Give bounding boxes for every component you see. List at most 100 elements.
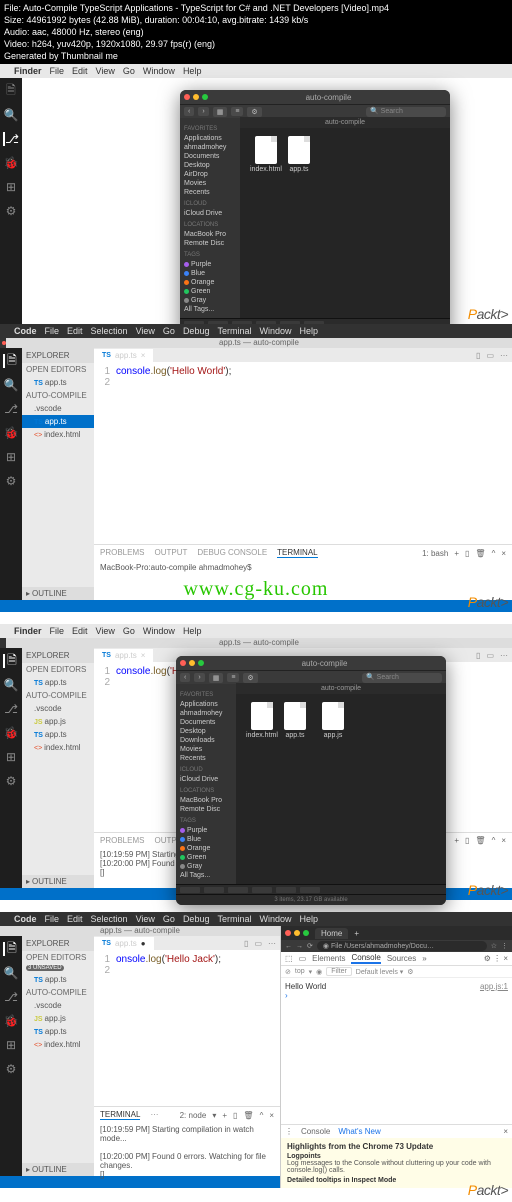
trash-icon[interactable]: 🗑 [243, 1111, 253, 1120]
menu-window[interactable]: Window [143, 626, 175, 636]
file-indexhtml[interactable]: index.html [22, 741, 94, 754]
sidebar-item-movies[interactable]: Movies [182, 179, 238, 188]
eye-icon[interactable]: ◉ [316, 968, 322, 976]
reload-icon[interactable]: ⟳ [307, 942, 313, 950]
sidebar-item-icloud[interactable]: iCloud Drive [178, 775, 234, 784]
tag-purple[interactable]: Purple [182, 260, 238, 269]
tag-blue[interactable]: Blue [178, 835, 234, 844]
search-icon[interactable]: 🔍 [4, 966, 18, 980]
minimize-icon[interactable] [193, 94, 199, 100]
explorer-icon[interactable]: 🗎 [3, 354, 17, 368]
file-vscode[interactable]: .vscode [22, 402, 94, 415]
close-tab-icon[interactable]: × [141, 351, 146, 360]
extra-icon[interactable]: ⚙ [4, 204, 18, 218]
file-index-html[interactable]: index.html [246, 702, 278, 739]
drawer-toggle-icon[interactable]: ⋮ [285, 1127, 293, 1136]
tab-appts[interactable]: app.ts× [94, 649, 153, 662]
sidebar-item-user[interactable]: ahmadmohey [178, 709, 234, 718]
menu-go[interactable]: Go [163, 326, 175, 336]
drawer-close-icon[interactable]: × [503, 1127, 508, 1136]
file-vscode[interactable]: .vscode [22, 702, 94, 715]
file-index-html[interactable]: index.html [250, 136, 282, 173]
sidebar-item-macbook[interactable]: MacBook Pro [182, 230, 238, 239]
menu-view[interactable]: View [96, 66, 115, 76]
tab-problems[interactable]: PROBLEMS [100, 836, 144, 845]
search-icon[interactable]: 🔍 [4, 378, 18, 392]
menu-debug[interactable]: Debug [183, 914, 210, 924]
file-appts[interactable]: app.ts [22, 415, 94, 428]
menu-go[interactable]: Go [163, 914, 175, 924]
finder-titlebar[interactable]: auto-compile [180, 90, 450, 104]
maximize-icon[interactable] [202, 94, 208, 100]
split-terminal-icon[interactable]: ▯ [465, 836, 469, 845]
back-button[interactable]: ‹ [184, 107, 194, 116]
extensions-icon[interactable]: ⊞ [4, 1038, 18, 1052]
menubar-app-name[interactable]: Finder [14, 66, 42, 76]
star-icon[interactable]: ☆ [491, 942, 497, 950]
shell-select[interactable]: 2: node [180, 1111, 207, 1120]
code-editor[interactable]: 12 console.log('Hello World'); [94, 362, 512, 544]
search-input[interactable]: 🔍 Search [362, 673, 442, 683]
sidebar-item-applications[interactable]: Applications [178, 700, 234, 709]
menubar-app-name[interactable]: Code [14, 914, 37, 924]
finder-window[interactable]: auto-compile ‹ › ▦ ≡ ⚙ 🔍 Search Favorite… [180, 90, 450, 339]
sidebar-item-desktop[interactable]: Desktop [178, 727, 234, 736]
sidebar-item-user[interactable]: ahmadmohey [182, 143, 238, 152]
debug-icon[interactable]: 🐞 [4, 426, 18, 440]
tab-output[interactable]: OUTPUT [154, 548, 187, 558]
menu-file[interactable]: File [50, 66, 65, 76]
menu-file[interactable]: File [45, 326, 60, 336]
forward-button[interactable]: › [198, 107, 208, 116]
menu-terminal[interactable]: Terminal [217, 914, 251, 924]
project-section[interactable]: AUTO-COMPILE [22, 689, 94, 702]
close-panel-icon[interactable]: × [269, 1111, 274, 1120]
trash-icon[interactable]: 🗑 [475, 836, 485, 845]
menu-window[interactable]: Window [143, 66, 175, 76]
menu-view[interactable]: View [136, 326, 155, 336]
sidebar-item-documents[interactable]: Documents [178, 718, 234, 727]
devtab-console[interactable]: Console [351, 953, 380, 964]
split-editor-icon[interactable]: ▯ [244, 939, 248, 948]
new-terminal-icon[interactable]: + [222, 1111, 227, 1120]
maximize-icon[interactable] [198, 660, 204, 666]
menu-window[interactable]: Window [259, 326, 291, 336]
maximize-panel-icon[interactable]: ^ [492, 836, 496, 845]
split-terminal-icon[interactable]: ▯ [465, 549, 469, 558]
explorer-icon[interactable]: 🗎 [3, 942, 17, 956]
menu-help[interactable]: Help [183, 66, 202, 76]
split-editor-icon[interactable]: ▯ [476, 651, 480, 660]
inspect-icon[interactable]: ⬚ [285, 954, 293, 963]
source-control-icon[interactable]: ⎇ [4, 702, 18, 716]
side-icon[interactable]: ▭ [486, 351, 494, 360]
settings-gear-icon[interactable]: ⚙ [407, 968, 413, 976]
open-editors-section[interactable]: OPEN EDITORS 3 UNSAVED [22, 951, 94, 973]
clear-console-icon[interactable]: ⊘ [285, 968, 291, 976]
side-icon[interactable]: ▭ [486, 651, 494, 660]
tab-appts[interactable]: app.ts× [94, 349, 153, 362]
file-app-js[interactable]: app.js [322, 702, 344, 739]
finder-content[interactable]: auto-compile index.html app.ts [240, 118, 450, 318]
new-terminal-icon[interactable]: + [454, 836, 459, 845]
whatsnew-item-logpoints[interactable]: Logpoints [287, 1153, 506, 1160]
context-select[interactable]: top [295, 968, 305, 975]
console-body[interactable]: Hello Worldapp.js:1 › [281, 978, 512, 1124]
tag-all[interactable]: All Tags... [178, 871, 234, 880]
menu-window[interactable]: Window [259, 914, 291, 924]
extensions-icon[interactable]: ⊞ [4, 450, 18, 464]
side-icon[interactable]: ▭ [254, 939, 262, 948]
split-terminal-icon[interactable]: ▯ [233, 1111, 237, 1120]
maximize-panel-icon[interactable]: ^ [492, 549, 496, 558]
file-appts[interactable]: app.ts [22, 728, 94, 741]
devtab-sources[interactable]: Sources [387, 954, 416, 963]
close-panel-icon[interactable]: × [501, 549, 506, 558]
maximize-icon[interactable] [303, 930, 309, 936]
console-source-link[interactable]: app.js:1 [480, 982, 508, 991]
project-section[interactable]: AUTO-COMPILE [22, 389, 94, 402]
menu-view[interactable]: View [96, 626, 115, 636]
search-icon[interactable]: 🔍 [4, 678, 18, 692]
address-input[interactable]: ◉ File /Users/ahmadmohey/Docu… [317, 941, 487, 951]
menubar-finder[interactable]: Finder File Edit View Go Window Help [0, 64, 512, 78]
extra-icon[interactable]: ⚙ [4, 774, 18, 788]
extensions-icon[interactable]: ⊞ [4, 180, 18, 194]
file-appjs[interactable]: app.js [22, 1012, 94, 1025]
